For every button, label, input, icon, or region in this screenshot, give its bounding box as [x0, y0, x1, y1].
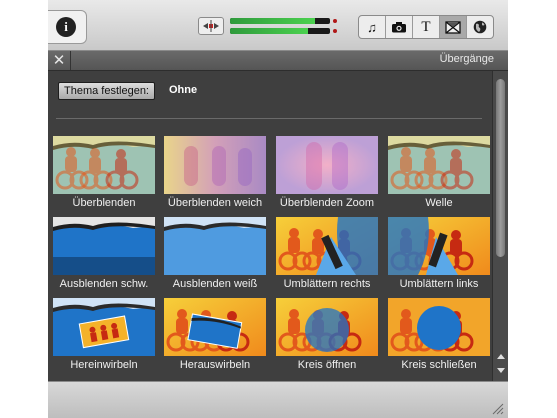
set-theme-button[interactable]: Thema festlegen: [58, 82, 155, 100]
audio-skimming-icon [203, 20, 219, 32]
iMovie-window: i ♫ T ✕ Übergänge Thema festlegen: Ohne … [48, 0, 508, 418]
camera-icon [392, 22, 406, 33]
close-panel-button[interactable]: ✕ [48, 51, 71, 70]
bottom-bar [48, 381, 508, 418]
photos-button[interactable] [386, 16, 413, 38]
info-icon: i [56, 17, 76, 37]
divider [56, 118, 482, 119]
title-icon: T [421, 18, 431, 35]
transition-label: Herauswirbeln [179, 359, 251, 371]
transition-thumbnail-crossfade-zoom[interactable] [276, 136, 378, 194]
maps-button[interactable] [467, 16, 493, 38]
thumbnail-image [53, 298, 155, 356]
transition-label: Hereinwirbeln [70, 359, 138, 371]
transition-thumbnail-crossfade[interactable] [53, 136, 155, 194]
volume-meter-left-fill [230, 18, 315, 24]
globe-icon [473, 20, 487, 34]
thumbnail-image [53, 136, 155, 194]
thumbnail-image [388, 298, 490, 356]
transition-thumbnail-spin-in[interactable] [53, 298, 155, 356]
transition-thumbnail-circle-close[interactable] [388, 298, 490, 356]
resize-grip-icon[interactable] [490, 401, 504, 415]
music-button[interactable]: ♫ [359, 16, 386, 38]
music-icon: ♫ [367, 19, 377, 35]
titles-button[interactable]: T [413, 16, 440, 38]
panel-header: ✕ Übergänge [48, 51, 508, 71]
scroll-up-arrow-icon[interactable] [497, 354, 505, 359]
transition-label: Überblenden weich [167, 197, 263, 209]
scroll-down-arrow-icon[interactable] [497, 368, 505, 373]
audio-skimming-button[interactable] [198, 17, 224, 35]
transition-thumbnail-spin-out[interactable] [164, 298, 266, 356]
transition-label: Kreis schließen [401, 359, 477, 371]
transitions-button[interactable] [440, 16, 467, 38]
vertical-scrollbar[interactable] [492, 71, 508, 381]
info-button[interactable]: i [48, 10, 87, 44]
panel-title: Übergänge [439, 53, 494, 65]
theme-value: Ohne [169, 84, 198, 96]
transition-label: Überblenden [72, 197, 136, 209]
thumbnail-image [53, 217, 155, 275]
transition-label: Ausblenden weiß [172, 278, 258, 290]
transition-thumbnail-ripple[interactable] [388, 136, 490, 194]
peak-indicator-right [333, 29, 337, 33]
volume-meter-left [230, 18, 330, 24]
transition-thumbnail-fade-white[interactable] [164, 217, 266, 275]
peak-indicator-left [333, 19, 337, 23]
volume-meter-right-fill [230, 28, 308, 34]
thumbnail-image [164, 136, 266, 194]
transitions-icon [445, 20, 461, 34]
transition-label: Umblättern rechts [283, 278, 371, 290]
browser-button-group: ♫ T [358, 15, 494, 39]
transition-label: Umblättern links [399, 278, 479, 290]
transition-thumbnail-page-curl-right[interactable] [276, 217, 378, 275]
thumbnail-image [276, 136, 378, 194]
thumbnail-image [388, 136, 490, 194]
thumbnail-image [388, 217, 490, 275]
thumbnail-image [164, 217, 266, 275]
close-icon: ✕ [52, 52, 66, 69]
thumbnail-image [276, 298, 378, 356]
thumbnail-image [276, 217, 378, 275]
transition-thumbnail-fade-black[interactable] [53, 217, 155, 275]
thumbnail-image [164, 298, 266, 356]
transition-label: Überblenden Zoom [279, 197, 375, 209]
toolbar: i ♫ T [48, 0, 508, 51]
transition-thumbnail-circle-open[interactable] [276, 298, 378, 356]
scrollbar-thumb[interactable] [496, 79, 505, 257]
transition-thumbnail-crossfade-soft[interactable] [164, 136, 266, 194]
transition-label: Ausblenden schw. [59, 278, 149, 290]
transition-label: Kreis öffnen [297, 359, 357, 371]
transition-thumbnail-page-curl-left[interactable] [388, 217, 490, 275]
transition-label: Welle [425, 197, 453, 209]
volume-meter [230, 14, 338, 38]
volume-meter-right [230, 28, 330, 34]
